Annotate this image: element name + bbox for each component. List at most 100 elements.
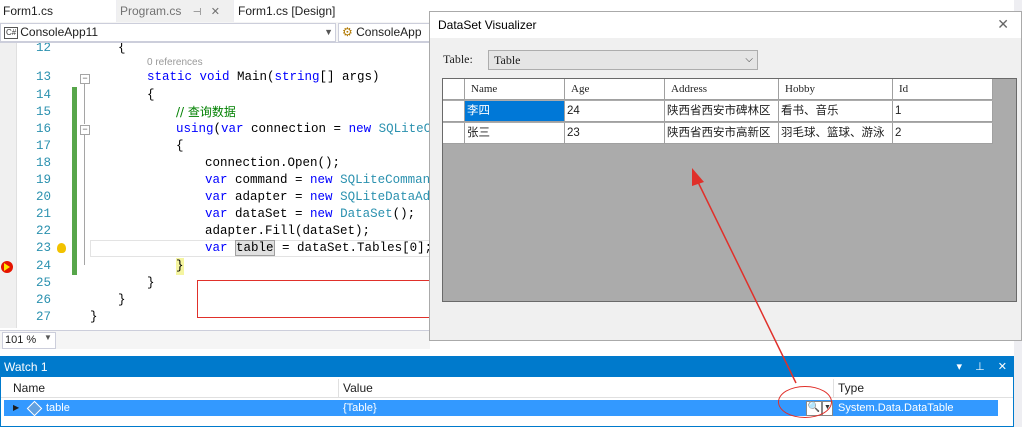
tab-program-cs[interactable]: Program.cs ⊣ ✕ [117, 0, 233, 22]
table-row[interactable]: 李四 24 陕西省西安市碑林区 看书、音乐 1 [443, 101, 995, 123]
pin-icon[interactable]: ⊣ [193, 7, 202, 18]
column-header[interactable]: Name [465, 79, 565, 100]
collapse-icon[interactable]: − [80, 74, 90, 84]
grid-cell[interactable]: 陕西省西安市高新区 [665, 123, 779, 144]
grid-cell[interactable]: 23 [565, 123, 665, 144]
document-tab-strip: Form1.cs Program.cs ⊣ ✕ Form1.cs [Design… [0, 0, 430, 23]
outline-line [84, 135, 85, 265]
csharp-project-icon: C# [4, 27, 19, 39]
visualizer-title: DataSet Visualizer [438, 18, 537, 32]
line-number: 22 [35, 224, 51, 238]
close-icon[interactable]: ✕ [997, 16, 1009, 33]
tab-label: Program.cs [120, 4, 182, 18]
code-line: } [118, 293, 126, 307]
row-header[interactable] [443, 101, 465, 122]
pin-icon[interactable]: ⊥ [975, 361, 985, 373]
column-header-name[interactable]: Name [13, 381, 45, 395]
row-header-corner[interactable] [443, 79, 465, 100]
outline-line [84, 84, 85, 124]
code-line-adapter: var adapter = new SQLiteDataAda [205, 190, 430, 204]
grid-cell[interactable]: 羽毛球、篮球、游泳 [779, 123, 893, 144]
line-number: 25 [35, 276, 51, 290]
column-header[interactable]: Age [565, 79, 665, 100]
class-dropdown[interactable]: ⚙ ConsoleApp [338, 23, 432, 42]
grid-cell[interactable]: 看书、音乐 [779, 101, 893, 122]
project-dropdown[interactable]: C# ConsoleApp11 ▼ [0, 23, 336, 42]
column-separator[interactable] [833, 379, 834, 397]
annotation-circle [778, 386, 832, 418]
column-header-value[interactable]: Value [343, 381, 373, 395]
line-number: 19 [35, 173, 51, 187]
code-line: { [147, 88, 155, 102]
chevron-down-icon: ▼ [324, 27, 333, 37]
watch-column-headers: Name Value Type [1, 379, 1013, 398]
tab-label: Form1.cs [Design] [238, 4, 336, 18]
line-number: 17 [35, 139, 51, 153]
table-row[interactable]: 张三 23 陕西省西安市高新区 羽毛球、篮球、游泳 2 [443, 123, 995, 145]
code-line-table: var table = dataSet.Tables[0]; [205, 240, 430, 256]
current-statement-arrow-icon[interactable] [1, 261, 13, 273]
column-header[interactable]: Address [665, 79, 779, 100]
code-line: { [176, 139, 184, 153]
tab-label: Form1.cs [3, 4, 54, 18]
code-line: } [90, 310, 98, 324]
class-icon: ⚙ [342, 25, 353, 39]
line-number: 24 [35, 259, 51, 273]
close-icon[interactable]: ✕ [211, 6, 220, 18]
code-line-main: static void Main(string[] args) [147, 70, 380, 84]
line-number: 14 [35, 88, 51, 102]
watch-row[interactable]: ▶ table {Table} 🔍 ▼ System.Data.DataTabl… [4, 400, 998, 417]
column-separator[interactable] [338, 379, 339, 397]
watch-title: Watch 1 [4, 360, 48, 374]
class-name: ConsoleApp [356, 25, 422, 39]
grid-cell[interactable]: 张三 [465, 123, 565, 144]
collapse-icon[interactable]: − [80, 125, 90, 135]
column-header[interactable]: Id [893, 79, 993, 100]
watch-row-type: System.Data.DataTable [838, 402, 954, 414]
code-comment: // 查询数据 [176, 105, 236, 119]
tab-form1-cs[interactable]: Form1.cs [0, 0, 116, 22]
line-number: 12 [35, 43, 51, 55]
row-header[interactable] [443, 123, 465, 144]
tab-form1-design[interactable]: Form1.cs [Design] [234, 0, 430, 22]
dataset-visualizer-window: DataSet Visualizer ✕ Table: Table ⌵ Name… [429, 11, 1022, 341]
line-number: 21 [35, 207, 51, 221]
code-line-command: var command = new SQLiteCommand [205, 173, 430, 187]
code-editor[interactable]: 0 references − − 12 { 13 static void Main(… [0, 43, 430, 328]
lightbulb-icon[interactable] [57, 243, 66, 253]
codelens-references[interactable]: 0 references [147, 57, 203, 68]
line-number: 16 [35, 122, 51, 136]
grid-cell[interactable]: 2 [893, 123, 993, 144]
annotation-highlight-box [197, 280, 430, 318]
chevron-down-icon[interactable]: ▼ [44, 333, 52, 342]
code-line-using: using(var connection = new SQLiteCo [176, 122, 430, 136]
expand-arrow-icon[interactable]: ▶ [13, 400, 19, 416]
watch-row-value: {Table} [343, 402, 377, 414]
code-line: connection.Open(); [205, 156, 341, 170]
table-dropdown[interactable]: Table ⌵ [488, 50, 758, 70]
zoom-bar: 101 % ▼ [0, 330, 430, 349]
data-grid[interactable]: Name Age Address Hobby Id 李四 24 陕西省西安市碑林… [442, 78, 1017, 302]
window-position-icon[interactable]: ▾ [957, 361, 963, 373]
close-icon[interactable]: ✕ [998, 361, 1007, 373]
grid-cell[interactable]: 1 [893, 101, 993, 122]
line-number: 20 [35, 190, 51, 204]
column-header[interactable]: Hobby [779, 79, 893, 100]
object-icon [26, 400, 43, 417]
chevron-down-icon: ⌵ [745, 54, 753, 65]
code-line: { [118, 43, 126, 55]
indicator-margin [0, 43, 17, 328]
line-number: 27 [35, 310, 51, 324]
table-label: Table: [443, 52, 473, 66]
visualizer-title-bar[interactable]: DataSet Visualizer ✕ [430, 12, 1021, 38]
grid-header-row: Name Age Address Hobby Id [443, 79, 995, 101]
code-line: } [176, 258, 184, 275]
code-line-dataset: var dataSet = new DataSet(); [205, 207, 416, 221]
line-number: 15 [35, 105, 51, 119]
grid-cell[interactable]: 李四 [465, 101, 565, 122]
watch-title-bar[interactable]: Watch 1 ▾ ⊥ ✕ [1, 357, 1013, 377]
grid-cell[interactable]: 陕西省西安市碑林区 [665, 101, 779, 122]
grid-cell[interactable]: 24 [565, 101, 665, 122]
watch-window: Watch 1 ▾ ⊥ ✕ Name Value Type ▶ table {T… [0, 356, 1014, 427]
column-header-type[interactable]: Type [838, 381, 864, 395]
